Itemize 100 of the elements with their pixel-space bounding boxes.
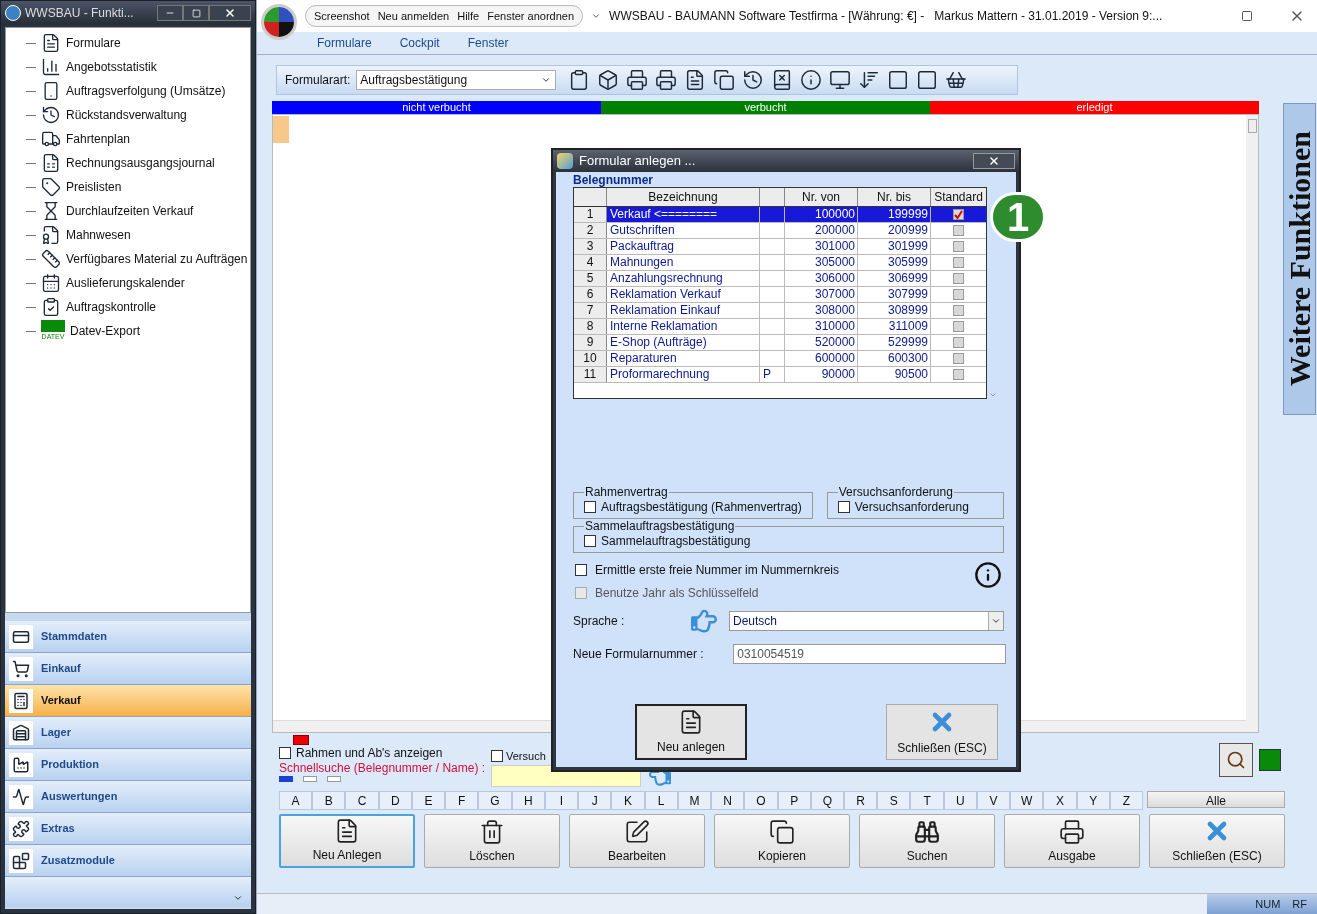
quick-access-item[interactable]: Hilfe [457,7,480,25]
tree-item[interactable]: Rückstandsverwaltung [66,106,187,124]
checkbox[interactable] [584,501,596,513]
printer-icon[interactable] [626,69,649,91]
form-type-dropdown[interactable]: Auftragsbestätigung [356,70,557,90]
table-row[interactable]: 1 Verkauf <======== 100000 199999 [574,207,986,223]
copy-icon[interactable] [713,69,736,91]
dropdown-icon[interactable] [591,11,602,21]
letter-filter[interactable]: N [711,791,745,810]
action-button[interactable]: Löschen [424,814,560,868]
info-icon[interactable] [974,561,1002,589]
nav-item[interactable]: Extras [5,813,251,845]
table-row[interactable]: 3 Packauftrag 301000 301999 [574,239,986,255]
table-row[interactable]: 5 Anzahlungsrechnung 306000 306999 [574,271,986,287]
checkbox[interactable] [279,747,291,759]
letter-filter[interactable]: D [378,791,412,810]
checkbox[interactable] [953,241,964,252]
table-row[interactable]: 11 Proformarechnung P 90000 90500 [574,367,986,383]
letter-filter[interactable]: G [478,791,512,810]
checkbox[interactable] [953,257,964,268]
checkbox[interactable] [953,225,964,236]
tree-item[interactable]: Preislisten [66,178,122,196]
chevron-down-icon[interactable] [233,893,243,903]
tree-item[interactable]: Auslieferungskalender [66,274,185,292]
tree-item[interactable]: Angebotsstatistik [66,58,157,76]
letter-filter[interactable]: J [578,791,612,810]
tree-item[interactable]: Auftragsverfolgung (Umsätze) [66,82,226,100]
table-row[interactable]: 7 Reklamation Einkauf 308000 308999 [574,303,986,319]
letter-filter[interactable]: B [312,791,346,810]
close-button[interactable] [209,5,251,21]
letter-filter[interactable]: K [611,791,645,810]
window-icon[interactable] [916,69,939,91]
action-button[interactable]: Suchen [859,814,995,868]
letter-filter[interactable]: V [976,791,1011,810]
checkbox[interactable] [953,337,964,348]
action-button[interactable]: Ausgabe [1004,814,1140,868]
table-row[interactable]: 9 E-Shop (Aufträge) 520000 529999 [574,335,986,351]
info-icon[interactable] [800,69,823,91]
checkbox[interactable] [575,564,587,576]
checkbox[interactable] [953,305,964,316]
number-field[interactable]: 0310054519 [733,644,1006,664]
checkbox[interactable] [491,750,503,762]
letter-filter[interactable]: W [1010,791,1044,810]
monitor-icon[interactable] [829,69,852,91]
letter-filter[interactable]: I [544,791,579,810]
sort-icon[interactable] [858,69,881,91]
box-icon[interactable] [597,69,620,91]
dialog-button[interactable]: Neu anlegen [635,704,747,760]
scrollbar[interactable] [1246,115,1258,732]
nav-item[interactable]: Einkauf [5,653,251,685]
action-button[interactable]: Neu Anlegen [279,814,415,868]
nav-item[interactable]: Lager [5,717,251,749]
window-icon[interactable] [887,69,910,91]
menu-item[interactable]: Fenster [467,34,509,52]
dialog-button[interactable]: Schließen (ESC) [886,704,998,760]
menu-item[interactable]: Formulare [317,34,372,52]
letter-filter[interactable]: L [644,791,678,810]
action-button[interactable]: Schließen (ESC) [1149,814,1285,868]
letter-filter[interactable]: C [345,791,379,810]
quick-access-item[interactable]: Screenshot [314,7,370,25]
nav-item[interactable]: Verkauf [5,685,251,717]
tree-item[interactable]: Datev-Export [70,322,141,340]
table-row[interactable]: 6 Reklamation Verkauf 307000 307999 [574,287,986,303]
letter-filter[interactable]: M [677,791,712,810]
checkbox[interactable] [953,369,964,380]
checkbox[interactable] [953,209,964,220]
table-row[interactable]: 8 Interne Reklamation 310000 311009 [574,319,986,335]
minimize-button[interactable] [157,5,183,21]
side-tab[interactable]: Weitere Funktionen [1283,103,1316,415]
checkbox[interactable] [953,321,964,332]
maximize-button[interactable] [183,5,209,21]
letter-filter[interactable]: P [777,791,811,810]
nav-item[interactable]: Zusatzmodule [5,845,251,877]
letter-filter[interactable]: Q [810,791,844,810]
letter-filter[interactable]: O [744,791,778,810]
table-row[interactable]: 2 Gutschriften 200000 200999 [574,223,986,239]
printer-icon[interactable] [655,69,678,91]
quick-access-item[interactable]: Fenster anordnen [487,7,575,25]
letter-filter[interactable]: A [279,791,313,810]
tree-item[interactable]: Formulare [66,34,121,52]
tree-item[interactable]: Durchlaufzeiten Verkauf [66,202,194,220]
action-button[interactable]: Bearbeiten [569,814,705,868]
letter-filter[interactable]: T [910,791,944,810]
checkbox[interactable] [953,273,964,284]
letter-filter[interactable]: X [1043,791,1077,810]
tree-item[interactable]: Mahnwesen [66,226,131,244]
language-dropdown[interactable]: Deutsch [729,611,1004,631]
menu-item[interactable]: Cockpit [399,34,440,52]
letter-filter[interactable]: R [844,791,878,810]
letter-filter[interactable]: S [877,791,911,810]
letter-filter[interactable]: Z [1109,791,1144,810]
quick-access-item[interactable]: Neu anmelden [377,7,450,25]
basket-icon[interactable] [945,69,968,91]
maximize-icon[interactable] [1241,10,1253,22]
tree-item[interactable]: Verfügbares Material zu Aufträgen [66,250,248,268]
checkbox[interactable] [837,501,850,513]
tree-item[interactable]: Auftragskontrolle [66,298,157,316]
table-row[interactable]: 10 Reparaturen 600000 600300 [574,351,986,367]
close-button[interactable] [973,153,1015,169]
letter-filter[interactable]: H [511,791,545,810]
